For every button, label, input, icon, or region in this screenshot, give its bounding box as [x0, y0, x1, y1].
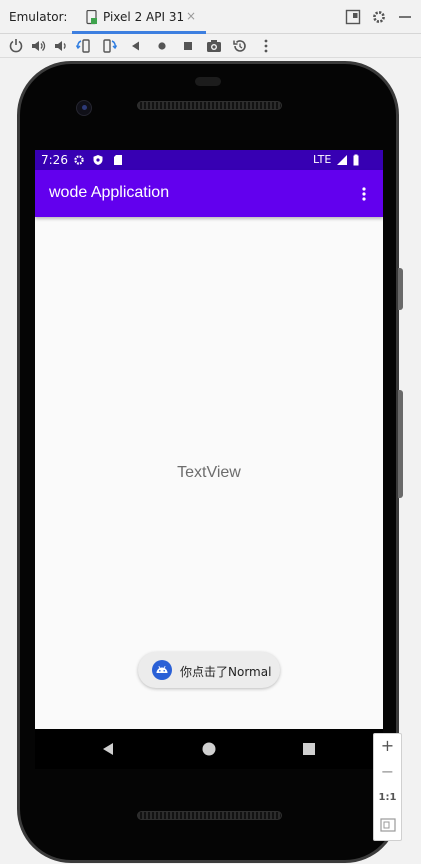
- float-window-icon[interactable]: [345, 9, 361, 25]
- earpiece: [195, 77, 221, 86]
- sd-card-icon: [114, 155, 122, 165]
- app-bar: wode Application: [35, 170, 383, 217]
- nav-overview-icon[interactable]: [301, 741, 317, 757]
- zoom-panel: + − 1:1: [373, 733, 402, 841]
- power-icon[interactable]: [7, 37, 25, 55]
- phone-side-button: [398, 268, 403, 310]
- nav-back-icon[interactable]: [100, 741, 116, 757]
- nav-home-icon[interactable]: [201, 741, 217, 757]
- overflow-menu-icon[interactable]: [356, 186, 372, 202]
- shield-notification-icon: [93, 155, 103, 165]
- settings-notification-icon: [74, 155, 84, 165]
- fit-screen-icon[interactable]: [380, 818, 396, 832]
- tab-title: Pixel 2 API 31: [103, 10, 185, 24]
- screenshot-icon[interactable]: [205, 37, 223, 55]
- status-time: 7:26: [41, 153, 68, 167]
- android-app-icon: [152, 660, 172, 680]
- settings-gear-icon[interactable]: [371, 9, 387, 25]
- phone-volume-rocker: [398, 390, 403, 498]
- battery-icon: [353, 154, 359, 166]
- toast-text: 你点击了Normal: [180, 665, 272, 679]
- tab-close-icon[interactable]: ×: [186, 9, 196, 23]
- signal-icon: [337, 155, 347, 165]
- minimize-icon[interactable]: [397, 9, 413, 25]
- top-speaker-grille: [137, 101, 282, 110]
- rotate-right-icon[interactable]: [101, 37, 119, 55]
- navigation-bar: [35, 729, 383, 769]
- overview-icon[interactable]: [179, 37, 197, 55]
- bottom-speaker-grille: [137, 811, 282, 820]
- home-icon[interactable]: [153, 37, 171, 55]
- volume-down-icon[interactable]: [51, 37, 69, 55]
- status-bar: 7:26 LTE: [35, 150, 383, 170]
- toast-message: 你点击了Normal: [138, 652, 280, 688]
- emulator-label: Emulator:: [9, 10, 68, 24]
- snapshot-icon[interactable]: [231, 37, 249, 55]
- device-screen[interactable]: 7:26 LTE wode Application TextView 你点击了N…: [35, 150, 383, 729]
- rotate-left-icon[interactable]: [74, 37, 92, 55]
- actual-size-button[interactable]: 1:1: [374, 792, 401, 818]
- front-camera-icon: [76, 100, 92, 116]
- zoom-out-button[interactable]: −: [374, 762, 401, 788]
- volume-up-icon[interactable]: [29, 37, 47, 55]
- back-icon[interactable]: [127, 37, 145, 55]
- textview: TextView: [177, 464, 241, 481]
- device-icon: [86, 10, 97, 25]
- more-icon[interactable]: [257, 37, 275, 55]
- app-title: wode Application: [49, 184, 170, 201]
- zoom-in-button[interactable]: +: [374, 736, 401, 762]
- emulator-toolbar: [0, 34, 421, 58]
- emulator-title-bar: Emulator: Pixel 2 API 31 ×: [0, 0, 421, 34]
- network-type: LTE: [313, 153, 332, 166]
- tab-pixel-2-api-31[interactable]: Pixel 2 API 31 ×: [72, 0, 206, 34]
